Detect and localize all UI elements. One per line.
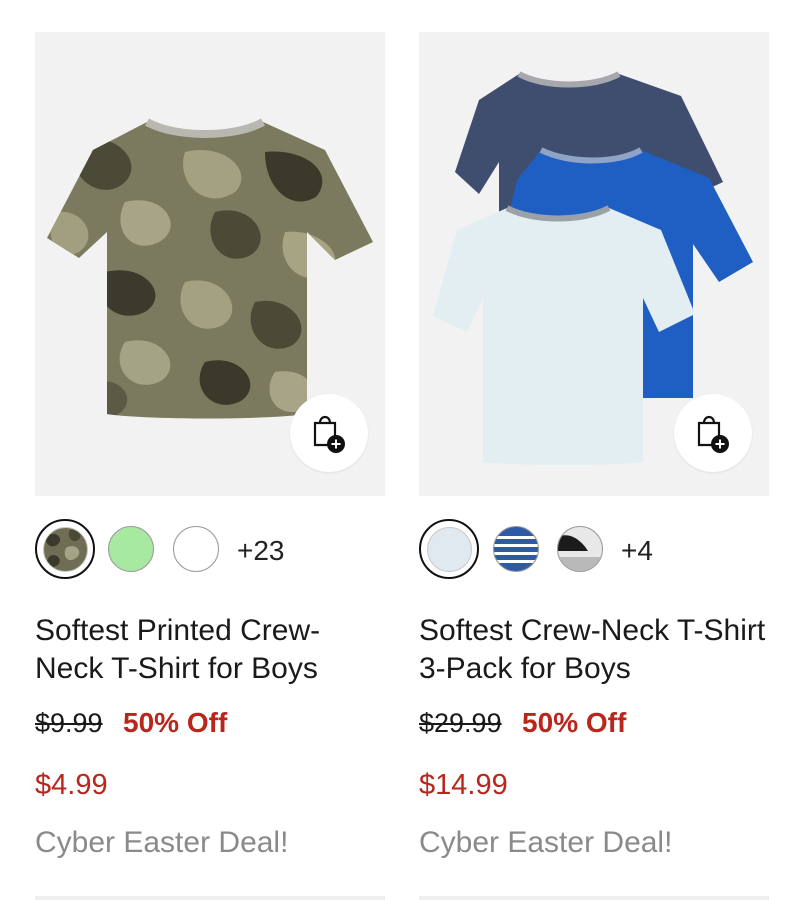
next-product-image-edge (35, 896, 385, 900)
color-swatches: +23 (35, 519, 385, 580)
more-colors-count[interactable]: +4 (621, 535, 653, 567)
price-row: $9.99 50% Off (35, 707, 227, 739)
swatch-light-blue[interactable] (419, 519, 479, 579)
product-image[interactable] (35, 32, 385, 496)
original-price: $29.99 (419, 708, 502, 738)
swatch-gray-black[interactable] (557, 526, 603, 572)
sale-price: $4.99 (35, 769, 108, 801)
sale-price: $14.99 (419, 769, 508, 801)
product-title[interactable]: Softest Printed Crew-Neck T-Shirt for Bo… (35, 612, 385, 688)
promo-text: Cyber Easter Deal! (419, 826, 673, 859)
product-title[interactable]: Softest Crew-Neck T-Shirt 3-Pack for Boy… (419, 612, 769, 688)
original-price: $9.99 (35, 708, 103, 738)
price-row: $29.99 50% Off (419, 707, 626, 739)
shopping-bag-plus-icon (313, 415, 345, 453)
discount-badge: 50% Off (522, 707, 627, 738)
add-to-bag-button[interactable] (674, 394, 752, 472)
product-card[interactable]: +4 Softest Crew-Neck T-Shirt 3-Pack for … (419, 32, 769, 900)
discount-badge: 50% Off (123, 707, 228, 738)
swatch-light-green[interactable] (108, 526, 154, 572)
color-swatches: +4 (419, 519, 769, 580)
swatch-camo[interactable] (35, 519, 95, 579)
next-product-image-edge (419, 896, 769, 900)
product-image[interactable] (419, 32, 769, 496)
product-card[interactable]: +23 Softest Printed Crew-Neck T-Shirt fo… (35, 32, 385, 900)
more-colors-count[interactable]: +23 (237, 535, 285, 567)
promo-text: Cyber Easter Deal! (35, 826, 289, 859)
swatch-blue-stripe[interactable] (493, 526, 539, 572)
swatch-white[interactable] (173, 526, 219, 572)
add-to-bag-button[interactable] (290, 394, 368, 472)
shopping-bag-plus-icon (697, 415, 729, 453)
